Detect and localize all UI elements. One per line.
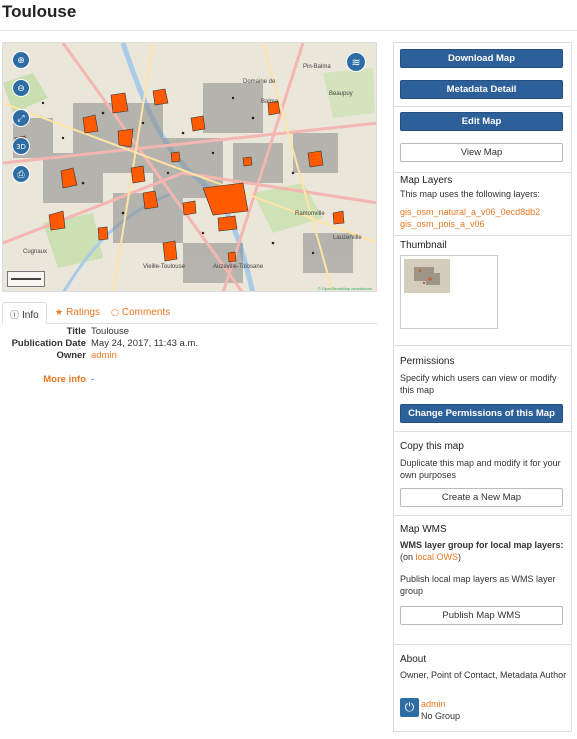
zoom-in-icon[interactable]: ⊕	[12, 51, 30, 69]
copy-map-section: Copy this map Duplicate this map and mod…	[394, 432, 571, 516]
create-new-map-button[interactable]: Create a New Map	[400, 488, 563, 507]
about-section: About Owner, Point of Contact, Metadata …	[394, 645, 571, 731]
permissions-title: Permissions	[400, 356, 455, 367]
metadata-detail-button[interactable]: Metadata Detail	[400, 80, 563, 99]
user-avatar-icon[interactable]: ⏻	[400, 698, 419, 717]
copy-map-title: Copy this map	[400, 441, 464, 452]
map-label: Auzeville-Tolosane	[213, 264, 264, 270]
permissions-section: Permissions Specify which users can view…	[394, 346, 571, 432]
edit-map-button[interactable]: Edit Map	[400, 112, 563, 131]
local-ows-link[interactable]: local OWS	[416, 552, 459, 562]
thumbnail-image	[404, 259, 450, 293]
sidebar: Download Map Metadata Detail Edit Map Vi…	[393, 42, 572, 732]
zoom-out-icon[interactable]: ⊖	[12, 79, 30, 97]
map-label: Beaupuy	[329, 91, 353, 97]
change-permissions-button[interactable]: Change Permissions of this Map	[400, 404, 563, 423]
map-layers-title: Map Layers	[400, 175, 453, 186]
3d-view-button[interactable]: 3D	[12, 137, 30, 155]
info-icon: ⓘ	[10, 311, 20, 321]
layer-link[interactable]: gis_osm_natural_a_v06_0ecd8db2	[400, 207, 540, 217]
download-map-button[interactable]: Download Map	[400, 49, 563, 68]
map-label: Lauzerville	[333, 235, 362, 241]
tab-comments[interactable]: ○ Comments	[104, 302, 177, 324]
about-title: About	[400, 654, 427, 665]
tab-ratings[interactable]: ★ Ratings	[48, 302, 107, 324]
map-wms-section: Map WMS WMS layer group for local map la…	[394, 516, 571, 645]
actions-section: Download Map Metadata Detail	[394, 43, 571, 107]
fullscreen-icon[interactable]: ⤢	[12, 109, 30, 127]
print-icon[interactable]: ⎙	[12, 165, 30, 183]
thumbnail-title: Thumbnail	[400, 240, 447, 251]
edit-section: Edit Map View Map	[394, 107, 571, 173]
more-info-link[interactable]: More info	[43, 374, 86, 385]
map-label: Balma	[261, 99, 279, 105]
page-title: Toulouse	[2, 2, 77, 21]
about-user-link[interactable]: admin	[421, 699, 446, 709]
layers-icon[interactable]: ≋	[346, 52, 366, 72]
info-row-owner: Owner admin	[56, 350, 117, 361]
layer-link[interactable]: gis_osm_pois_a_v06	[400, 219, 485, 229]
map-attribution: © OpenStreetMap contributors	[317, 286, 372, 291]
view-map-button[interactable]: View Map	[400, 143, 563, 162]
map-wms-title: Map WMS	[400, 524, 447, 535]
wms-publish-text: Publish local map layers as WMS layer gr…	[400, 574, 556, 596]
comment-icon: ○	[111, 308, 119, 318]
map-layers-section: Map Layers This map uses the following l…	[394, 173, 571, 236]
about-roles: Owner, Point of Contact, Metadata Author	[400, 670, 567, 680]
map-label: Ramonville	[295, 211, 325, 217]
wms-layer-group-text: WMS layer group for local map layers:	[400, 540, 564, 550]
info-row-more-info: More info -	[43, 374, 95, 385]
copy-map-text: Duplicate this map and modify it for you…	[400, 458, 561, 480]
scale-bar	[7, 271, 45, 287]
wms-on-text: (on local OWS)	[400, 552, 462, 562]
info-table: Title Toulouse Publication Date May 24, …	[2, 326, 282, 362]
permissions-text: Specify which users can view or modify t…	[400, 373, 557, 395]
map-label: Cugnaux	[23, 249, 47, 255]
info-row-title: Title Toulouse	[66, 326, 130, 337]
publish-map-wms-button[interactable]: Publish Map WMS	[400, 606, 563, 625]
tab-info[interactable]: ⓘ Info	[2, 302, 47, 324]
star-icon: ★	[55, 308, 64, 318]
about-group: No Group	[421, 711, 461, 721]
info-row-publication-date: Publication Date May 24, 2017, 11:43 a.m…	[11, 338, 199, 349]
map-layers-text: This map uses the following layers:	[400, 189, 541, 199]
owner-link[interactable]: admin	[91, 350, 117, 361]
thumbnail-frame	[400, 255, 498, 329]
detail-tabs: ⓘ Info ★ Ratings ○ Comments	[2, 302, 377, 324]
map-canvas[interactable]: Domaine de Balma Beaupuy Pin-Balma Ramon…	[3, 43, 377, 292]
map-label: Pin-Balma	[303, 64, 331, 70]
map-viewer[interactable]: Domaine de Balma Beaupuy Pin-Balma Ramon…	[2, 42, 377, 292]
map-label: Vieille-Toulouse	[143, 264, 186, 270]
title-divider	[0, 30, 577, 31]
thumbnail-section: Thumbnail	[394, 236, 571, 346]
map-label: Domaine de	[243, 79, 276, 85]
